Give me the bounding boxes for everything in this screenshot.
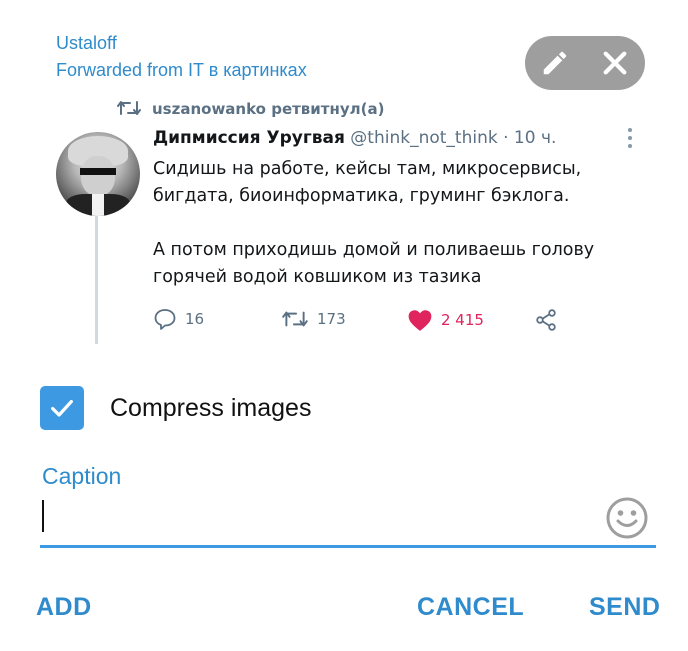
retweet-count-value: 173 <box>317 310 346 328</box>
checkmark-icon <box>51 399 73 417</box>
tweet-time: · 10 ч. <box>503 128 557 148</box>
send-button[interactable]: SEND <box>589 593 660 622</box>
compress-images-option[interactable]: Compress images <box>40 386 311 430</box>
reply-count: 16 <box>153 308 204 330</box>
share-icon <box>536 309 556 331</box>
caption-field <box>40 494 656 542</box>
more-icon <box>628 128 634 152</box>
reply-icon <box>154 309 176 330</box>
tweet-text: Сидишь на работе, кейсы там, микросервис… <box>153 156 623 291</box>
caption-underline <box>40 545 656 548</box>
forward-header: Ustaloff Forwarded from IT в картинках <box>56 30 307 84</box>
avatar <box>56 132 140 216</box>
edit-image-button[interactable] <box>525 36 585 90</box>
sender-name[interactable]: Ustaloff <box>56 30 307 57</box>
like-count-value: 2 415 <box>441 311 484 329</box>
pencil-icon <box>543 51 567 75</box>
add-button[interactable]: ADD <box>36 593 92 622</box>
thread-line <box>95 216 98 344</box>
tweet-image: uszanowanko ретвитнул(а) Дипмиссия Уругв… <box>56 90 656 350</box>
retweet-icon <box>282 311 308 327</box>
reply-count-value: 16 <box>185 310 205 328</box>
cancel-button[interactable]: CANCEL <box>417 593 524 622</box>
compress-checkbox[interactable] <box>40 386 84 430</box>
tweet-header: Дипмиссия Уругвая @think_not_think · 10 … <box>153 128 556 148</box>
tweet-line: горячей водой ковшиком из тазика <box>153 267 482 287</box>
caption-input[interactable] <box>48 494 592 542</box>
remove-image-button[interactable] <box>585 36 645 90</box>
tweet-line: А потом приходишь домой и поливаешь голо… <box>153 240 595 260</box>
share-action <box>533 308 559 332</box>
retweet-icon <box>117 101 141 115</box>
compress-label: Compress images <box>110 393 312 422</box>
author-name: Дипмиссия Уругвая <box>153 128 345 148</box>
image-tools <box>525 36 645 90</box>
tweet-actions: 16 173 2 415 <box>153 308 573 338</box>
author-handle: @think_not_think <box>350 128 498 148</box>
retweeted-by: uszanowanko ретвитнул(а) <box>152 100 385 118</box>
heart-icon <box>408 310 432 331</box>
like-count: 2 415 <box>407 308 484 332</box>
tweet-line: Сидишь на работе, кейсы там, микросервис… <box>153 159 582 179</box>
retweet-count: 173 <box>281 308 346 330</box>
caption-label: Caption <box>42 463 122 489</box>
emoji-icon[interactable] <box>605 496 649 540</box>
forwarded-from[interactable]: Forwarded from IT в картинках <box>56 57 307 84</box>
tweet-line: бигдата, биоинформатика, груминг бэклога… <box>153 186 570 206</box>
text-caret <box>42 500 44 532</box>
close-icon <box>603 51 627 75</box>
